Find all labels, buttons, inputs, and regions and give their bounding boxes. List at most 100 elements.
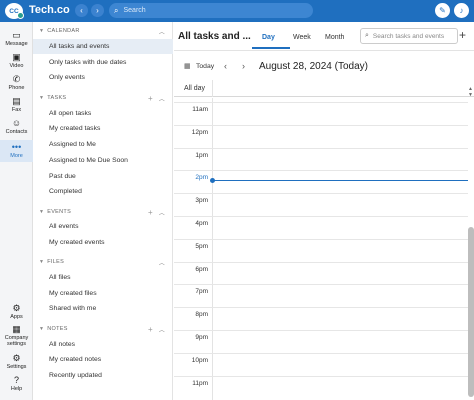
sidebar-item-my-created-notes[interactable]: My created notes — [33, 352, 173, 367]
previous-day-button[interactable]: ‹ — [224, 61, 227, 71]
all-day-row[interactable]: All day — [174, 80, 474, 97]
sidebar-item-label: Past due — [49, 173, 76, 180]
rail-item-company-settings[interactable]: ▦ Company settings — [0, 324, 33, 350]
search-icon: ⌕ — [365, 32, 369, 39]
help-icon: ? — [13, 375, 19, 385]
search-icon: ⌕ — [114, 5, 119, 15]
video-icon: ▣ — [12, 52, 21, 62]
calendar-icon: ▦ — [184, 63, 191, 70]
add-item-button[interactable]: + — [459, 28, 466, 42]
back-button[interactable]: ‹ — [75, 4, 88, 17]
tab-week[interactable]: Week — [293, 34, 311, 41]
sidebar-item-label: Assigned to Me — [49, 141, 96, 148]
hour-label: 10pm — [191, 356, 208, 364]
add-task-icon[interactable]: + — [148, 94, 153, 103]
sidebar-item-my-created-events[interactable]: My created events — [33, 235, 173, 250]
day-grid[interactable]: 11am 12pm 1pm 2pm 3pm 4pm 5pm 6pm 7pm 8pm 9pm 10pm 1… — [174, 98, 474, 400]
hour-row[interactable]: 11pm — [174, 375, 468, 399]
collapse-triangle-icon: ▼ — [39, 209, 45, 215]
today-button[interactable]: Today — [196, 63, 214, 70]
scroll-arrows-icon[interactable]: ▲ ▼ — [468, 86, 473, 98]
rail-item-message[interactable]: ▭ Message — [0, 30, 33, 50]
section-header-events[interactable]: ▼ EVENTS + ︿ — [39, 207, 167, 217]
add-note-icon[interactable]: + — [148, 325, 153, 334]
hour-row[interactable]: 7pm — [174, 284, 468, 307]
sidebar-item-label: Only tasks with due dates — [49, 59, 127, 66]
rail-item-contacts[interactable]: ☺ Contacts — [0, 118, 33, 138]
vertical-scrollbar[interactable] — [468, 227, 474, 397]
rail-label-contacts: Contacts — [5, 129, 28, 135]
chevron-up-icon[interactable]: ︿ — [159, 27, 165, 36]
hour-row[interactable]: 8pm — [174, 307, 468, 330]
sidebar-item-label: Only events — [49, 74, 85, 81]
rail-item-fax[interactable]: ▤ Fax — [0, 96, 33, 116]
rail-item-video[interactable]: ▣ Video — [0, 52, 33, 72]
section-header-tasks[interactable]: ▼ TASKS + ︿ — [39, 93, 167, 103]
all-day-divider — [212, 80, 213, 97]
rail-item-settings[interactable]: ⚙ Settings — [0, 353, 33, 371]
rail-item-more[interactable]: ••• More — [0, 140, 33, 162]
chat-icon: ▭ — [12, 30, 21, 40]
hour-row[interactable]: 11am — [174, 102, 468, 125]
rail-item-help[interactable]: ? Help — [0, 375, 33, 393]
collapse-triangle-icon: ▼ — [39, 28, 45, 34]
hour-row[interactable]: 4pm — [174, 216, 468, 239]
section-header-files[interactable]: ▼ FILES ︿ — [39, 257, 167, 267]
hour-row[interactable]: 2pm — [174, 170, 468, 193]
hour-row[interactable]: 5pm — [174, 238, 468, 262]
rail-item-apps[interactable]: ⚙ Apps — [0, 303, 33, 321]
sidebar-item-my-created-tasks[interactable]: My created tasks — [33, 121, 173, 136]
hour-row[interactable]: 12pm — [174, 124, 468, 148]
sidebar-item-completed[interactable]: Completed — [33, 184, 173, 199]
section-title-tasks: TASKS — [47, 95, 67, 101]
hour-row[interactable]: 6pm — [174, 261, 468, 285]
hour-row[interactable]: 3pm — [174, 193, 468, 216]
sidebar-item-label: All files — [49, 274, 71, 281]
calendar-main: All tasks and ... Day Week Month ⌕ Searc… — [174, 22, 474, 400]
section-header-notes[interactable]: ▼ NOTES + ︿ — [39, 324, 167, 334]
calendar-sidebar: ▼ CALENDAR ︿ All tasks and events Only t… — [33, 22, 173, 400]
sidebar-item-all-tasks-and-events[interactable]: All tasks and events — [33, 39, 173, 54]
hour-label: 11pm — [192, 379, 208, 387]
date-toolbar: ▦ Today ‹ › August 28, 2024 (Today) — [174, 58, 474, 76]
sidebar-item-assigned-due-soon[interactable]: Assigned to Me Due Soon — [33, 153, 173, 168]
section-title-files: FILES — [47, 259, 65, 265]
sidebar-item-shared-with-me[interactable]: Shared with me — [33, 301, 173, 316]
add-event-icon[interactable]: + — [148, 208, 153, 217]
sidebar-item-all-notes[interactable]: All notes — [33, 337, 173, 352]
feedback-button[interactable]: ✎ — [435, 3, 450, 18]
forward-button[interactable]: › — [91, 4, 104, 17]
tab-day[interactable]: Day — [262, 34, 275, 41]
notifications-button[interactable]: ♪ — [454, 3, 469, 18]
brand-name: Tech.co — [29, 4, 70, 16]
chevron-up-icon[interactable]: ︿ — [159, 94, 165, 103]
sidebar-item-past-due[interactable]: Past due — [33, 169, 173, 184]
chevron-left-icon: ‹ — [80, 6, 83, 15]
chevron-up-icon[interactable]: ︿ — [159, 325, 165, 334]
sidebar-item-only-tasks-due[interactable]: Only tasks with due dates — [33, 55, 173, 70]
all-day-label: All day — [184, 85, 206, 92]
sidebar-item-assigned-to-me[interactable]: Assigned to Me — [33, 137, 173, 152]
sidebar-item-all-files[interactable]: All files — [33, 270, 173, 285]
hour-row[interactable]: 9pm — [174, 330, 468, 353]
sidebar-item-label: My created notes — [49, 356, 102, 363]
rail-label-company-settings: Company settings — [4, 335, 29, 347]
chevron-up-icon[interactable]: ︿ — [159, 258, 165, 267]
chevron-up-icon[interactable]: ︿ — [159, 208, 165, 217]
calendar-search-input[interactable]: ⌕ Search tasks and events — [360, 28, 458, 44]
sidebar-item-my-created-files[interactable]: My created files — [33, 286, 173, 301]
next-day-button[interactable]: › — [242, 61, 245, 71]
sidebar-item-recently-updated[interactable]: Recently updated — [33, 368, 173, 383]
section-header-calendar[interactable]: ▼ CALENDAR ︿ — [39, 26, 167, 36]
hour-label: 9pm — [195, 334, 208, 341]
tab-month[interactable]: Month — [325, 34, 344, 41]
hour-row[interactable]: 1pm — [174, 147, 468, 171]
sidebar-item-only-events[interactable]: Only events — [33, 70, 173, 85]
rail-item-phone[interactable]: ✆ Phone — [0, 74, 33, 94]
sidebar-item-label: All notes — [49, 341, 76, 348]
collapse-triangle-icon: ▼ — [39, 326, 45, 332]
global-search-input[interactable]: ⌕ Search — [109, 3, 313, 18]
hour-row[interactable]: 10pm — [174, 352, 468, 376]
sidebar-item-all-open-tasks[interactable]: All open tasks — [33, 106, 173, 121]
sidebar-item-all-events[interactable]: All events — [33, 219, 173, 234]
